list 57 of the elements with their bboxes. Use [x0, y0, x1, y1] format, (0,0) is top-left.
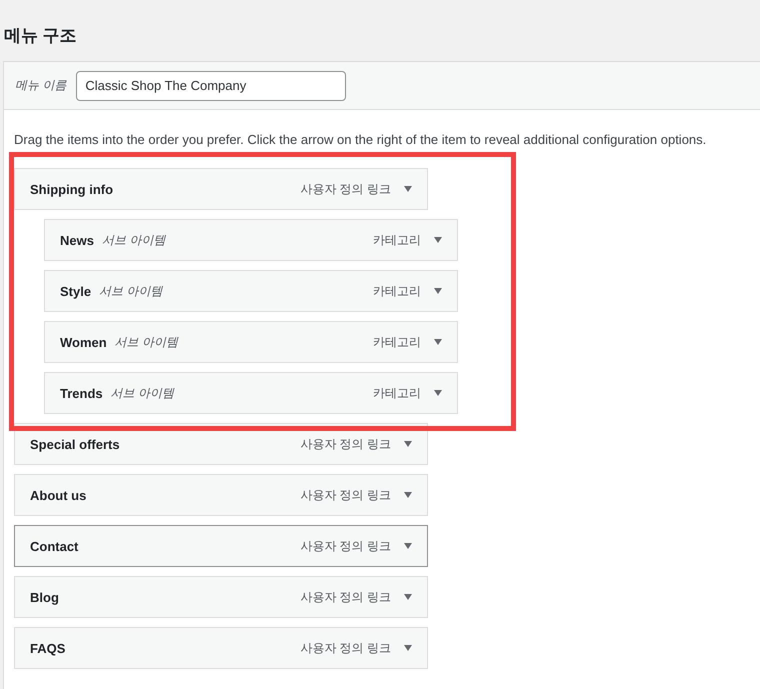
- caret-icon: [433, 287, 443, 295]
- caret-button[interactable]: [433, 287, 443, 295]
- menu-item[interactable]: Shipping info 사용자 정의 링크: [14, 168, 428, 210]
- item-title: Trends: [60, 386, 103, 400]
- instructions-text: Drag the items into the order you prefer. Click the arrow on the right of the item to reveal additional configuration options.: [14, 131, 708, 149]
- caret-button[interactable]: [403, 542, 413, 550]
- item-type: 사용자 정의 링크: [300, 588, 391, 606]
- caret-button[interactable]: [433, 389, 443, 397]
- menu-item[interactable]: Contact 사용자 정의 링크: [14, 525, 428, 567]
- caret-icon: [433, 338, 443, 346]
- caret-button[interactable]: [403, 440, 413, 448]
- menu-name-label: 메뉴 이름: [15, 77, 66, 94]
- caret-icon: [403, 542, 413, 550]
- caret-button[interactable]: [433, 338, 443, 346]
- item-title: Contact: [30, 538, 78, 554]
- menu-item[interactable]: FAQS 사용자 정의 링크: [14, 627, 428, 669]
- menu-item[interactable]: Style 서브 아이템 카테고리: [44, 270, 458, 312]
- sub-item-label: 서브 아이템: [110, 384, 174, 402]
- item-type: 카테고리: [373, 232, 421, 248]
- section-title: 메뉴 구조: [3, 25, 78, 47]
- caret-button[interactable]: [433, 236, 443, 244]
- caret-icon: [433, 236, 443, 244]
- item-type: 사용자 정의 링크: [300, 538, 391, 554]
- caret-button[interactable]: [403, 593, 413, 601]
- caret-icon: [403, 644, 413, 652]
- sub-item-label: 서브 아이템: [99, 282, 162, 300]
- caret-button[interactable]: [403, 644, 413, 652]
- sub-item-label: 서브 아이템: [114, 334, 178, 350]
- item-title: Shipping info: [30, 182, 114, 196]
- caret-button[interactable]: [403, 185, 413, 193]
- item-title: News: [60, 232, 94, 248]
- caret-button[interactable]: [403, 491, 413, 499]
- caret-icon: [403, 185, 413, 193]
- item-title: About us: [30, 488, 86, 502]
- item-title: FAQS: [30, 640, 66, 656]
- item-type: 카테고리: [373, 384, 421, 402]
- menu-item[interactable]: About us 사용자 정의 링크: [14, 474, 428, 516]
- item-title: Blog: [30, 590, 59, 604]
- caret-icon: [403, 491, 413, 499]
- item-title: Women: [60, 334, 107, 350]
- item-type: 카테고리: [373, 334, 421, 350]
- menu-item[interactable]: Blog 사용자 정의 링크: [14, 576, 428, 618]
- item-title: Special offerts: [30, 436, 120, 452]
- caret-icon: [433, 389, 443, 397]
- item-type: 사용자 정의 링크: [300, 486, 391, 504]
- caret-icon: [403, 593, 413, 601]
- menu-item[interactable]: Trends 서브 아이템 카테고리: [44, 372, 458, 414]
- menu-name-field[interactable]: Classic Shop The Company: [76, 70, 346, 100]
- item-type: 카테고리: [373, 282, 421, 300]
- item-type: 사용자 정의 링크: [300, 436, 391, 452]
- sub-item-label: 서브 아이템: [102, 232, 166, 248]
- caret-icon: [403, 440, 413, 448]
- item-title: Style: [60, 284, 92, 298]
- item-type: 사용자 정의 링크: [300, 640, 391, 656]
- item-type: 사용자 정의 링크: [300, 180, 391, 198]
- menu-item[interactable]: Women 서브 아이템 카테고리: [44, 321, 458, 363]
- menu-item[interactable]: News 서브 아이템 카테고리: [44, 219, 458, 261]
